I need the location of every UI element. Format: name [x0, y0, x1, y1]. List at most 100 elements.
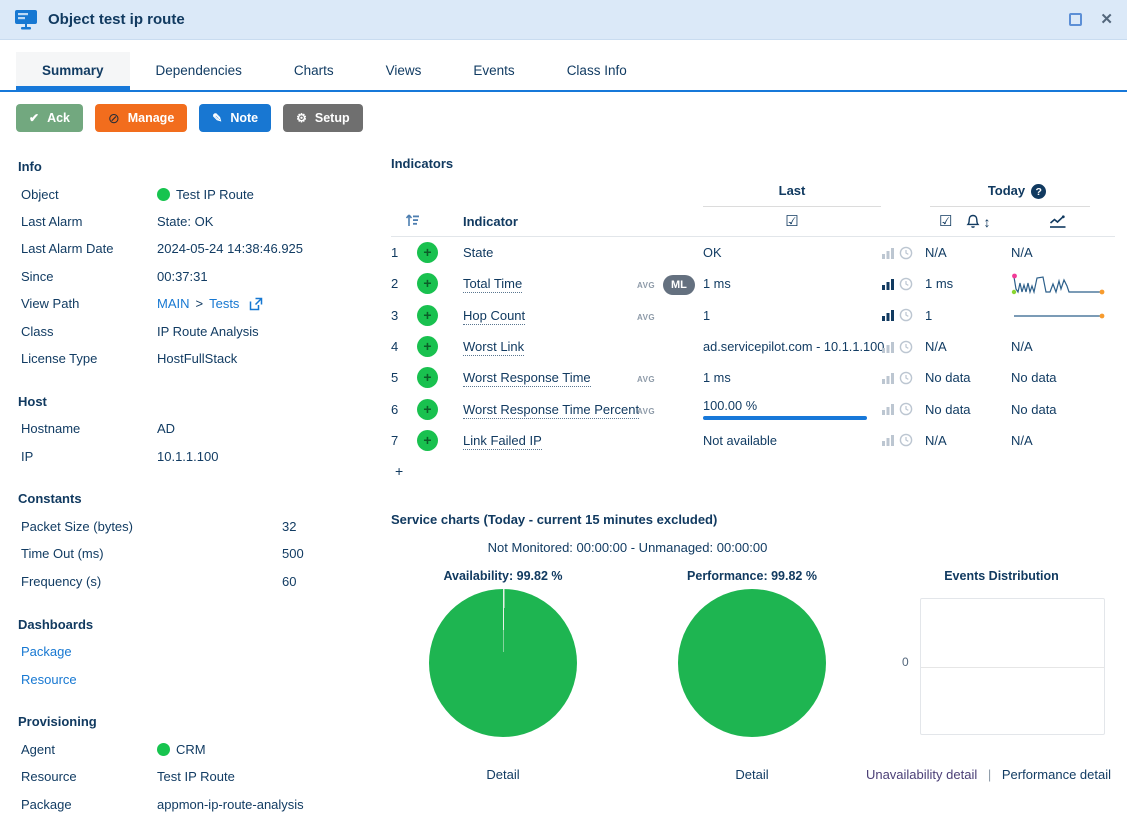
tabs-underline: [0, 90, 1127, 92]
manage-button[interactable]: ⊘ Manage: [95, 104, 188, 132]
row-number: 1: [391, 245, 399, 261]
info-row-last-alarm: Last Alarm State: OK: [16, 208, 384, 235]
ack-button-label: Ack: [47, 111, 70, 125]
indicator-row-link-failed-ip: 7 + Link Failed IP Not available N/A N/A: [391, 425, 1115, 456]
action-button-row: ✔ Ack ⊘ Manage ✎ Note ⚙ Setup: [16, 104, 363, 132]
today-sparkline[interactable]: [1011, 269, 1106, 299]
object-info-panel: Info Object Test IP Route Last Alarm Sta…: [16, 150, 384, 814]
close-icon[interactable]: ✕: [1100, 12, 1113, 27]
last-value: 1: [703, 307, 711, 323]
clock-toggle-icon[interactable]: [899, 277, 913, 291]
indicator-name-link[interactable]: Worst Response Time Percent: [463, 401, 640, 419]
availability-pie[interactable]: [429, 589, 577, 738]
last-alarm-value: State: OK: [157, 213, 214, 229]
last-check-column-icon: ☑: [785, 213, 799, 230]
constants-section-title: Constants: [18, 491, 82, 507]
bar-chart-toggle-icon[interactable]: [881, 340, 895, 354]
ip-label: IP: [21, 448, 34, 464]
today-sparkline-na: N/A: [1011, 432, 1033, 448]
today-sparkline-na: N/A: [1011, 245, 1033, 261]
bar-chart-toggle-icon[interactable]: [881, 433, 895, 447]
last-value: 1 ms: [703, 370, 731, 386]
ban-icon: ⊘: [108, 110, 120, 126]
percent-progress-bar: [703, 416, 867, 421]
performance-chart: Performance: 99.82 % Detail: [640, 560, 864, 782]
today-value: No data: [925, 401, 971, 417]
view-path-tests-link[interactable]: Tests: [209, 296, 239, 311]
clock-toggle-icon[interactable]: [899, 340, 913, 354]
bar-chart-toggle-icon[interactable]: [881, 371, 895, 385]
bar-chart-toggle-icon[interactable]: [881, 402, 895, 416]
add-threshold-button[interactable]: +: [417, 367, 438, 389]
indicator-name-link[interactable]: Link Failed IP: [463, 432, 542, 450]
help-icon[interactable]: ?: [1031, 184, 1047, 199]
row-number: 3: [391, 307, 399, 323]
row-number: 2: [391, 276, 399, 292]
add-threshold-button[interactable]: +: [417, 304, 438, 326]
frequency-label: Frequency (s): [21, 573, 102, 589]
class-link[interactable]: IP Route Analysis: [157, 324, 259, 339]
service-charts-area: Availability: 99.82 % Detail Performance…: [391, 560, 1115, 800]
bar-chart-toggle-icon[interactable]: [881, 246, 895, 260]
indicator-name-link[interactable]: Worst Link: [463, 339, 525, 357]
clock-toggle-icon[interactable]: [899, 246, 913, 260]
tab-views[interactable]: Views: [360, 52, 448, 88]
breadcrumb-separator: >: [195, 296, 204, 312]
last-value: ad.servicepilot.com - 10.1.1.100: [703, 339, 885, 355]
dashboard-package-link[interactable]: Package: [21, 644, 72, 659]
note-button[interactable]: ✎ Note: [199, 104, 272, 132]
hostname-link[interactable]: AD: [157, 421, 175, 436]
add-threshold-button[interactable]: +: [417, 242, 438, 264]
external-link-icon[interactable]: [249, 297, 263, 311]
sort-icon[interactable]: [405, 213, 420, 227]
network-device-icon: [15, 9, 37, 29]
ack-button[interactable]: ✔ Ack: [16, 104, 83, 132]
indicator-row-total-time: 2 + Total Time AVG ML 1 ms 1 ms: [391, 268, 1115, 299]
add-threshold-button[interactable]: +: [417, 429, 438, 451]
prov-package-link[interactable]: appmon-ip-route-analysis: [157, 797, 304, 812]
tab-class-info[interactable]: Class Info: [541, 52, 653, 88]
clock-toggle-icon[interactable]: [899, 433, 913, 447]
availability-detail-link[interactable]: Detail: [391, 767, 615, 782]
unavailability-detail-link[interactable]: Unavailability detail: [866, 767, 977, 782]
tab-summary[interactable]: Summary: [16, 52, 130, 90]
clock-toggle-icon[interactable]: [899, 371, 913, 385]
clock-toggle-icon[interactable]: [899, 402, 913, 416]
performance-detail-link-2[interactable]: Performance detail: [1002, 767, 1111, 782]
window-title: Object test ip route: [48, 11, 185, 28]
prov-resource-link[interactable]: Test IP Route: [157, 769, 235, 784]
provisioning-section-title: Provisioning: [18, 714, 97, 730]
performance-detail-link[interactable]: Detail: [640, 767, 864, 782]
add-threshold-button[interactable]: +: [417, 398, 438, 420]
bar-chart-toggle-icon[interactable]: [881, 277, 895, 291]
info-row-object: Object Test IP Route: [16, 180, 384, 207]
indicator-name-link[interactable]: Worst Response Time: [463, 370, 591, 388]
events-distribution-title: Events Distribution: [944, 569, 1059, 584]
view-path-main-link[interactable]: MAIN: [157, 296, 190, 311]
indicator-name-link[interactable]: Hop Count: [463, 307, 526, 325]
indicator-name-link[interactable]: Total Time: [463, 276, 523, 294]
bar-chart-toggle-icon[interactable]: [881, 308, 895, 322]
add-threshold-button[interactable]: +: [417, 273, 438, 295]
host-section-title: Host: [18, 393, 47, 409]
indicators-group-header: Last Today ?: [391, 183, 1115, 207]
links-separator: |: [987, 767, 992, 783]
service-charts-title: Service charts (Today - current 15 minut…: [391, 512, 718, 528]
frequency-value: 60: [282, 573, 297, 589]
tab-charts[interactable]: Charts: [268, 52, 360, 88]
add-indicator-button[interactable]: +: [395, 463, 403, 479]
last-alarm-label: Last Alarm: [21, 213, 83, 229]
tab-events[interactable]: Events: [447, 52, 540, 88]
setup-button[interactable]: ⚙ Setup: [283, 104, 363, 132]
last-alarm-date-label: Last Alarm Date: [21, 241, 114, 257]
since-label: Since: [21, 268, 54, 284]
ml-badge[interactable]: ML: [663, 275, 695, 296]
today-sparkline-flat[interactable]: [1011, 300, 1106, 330]
dashboard-resource-link[interactable]: Resource: [21, 672, 77, 687]
tab-dependencies[interactable]: Dependencies: [130, 52, 268, 88]
maximize-icon[interactable]: [1069, 13, 1083, 26]
last-value: OK: [703, 245, 722, 261]
performance-pie[interactable]: [678, 589, 826, 738]
add-threshold-button[interactable]: +: [417, 336, 438, 358]
clock-toggle-icon[interactable]: [899, 308, 913, 322]
